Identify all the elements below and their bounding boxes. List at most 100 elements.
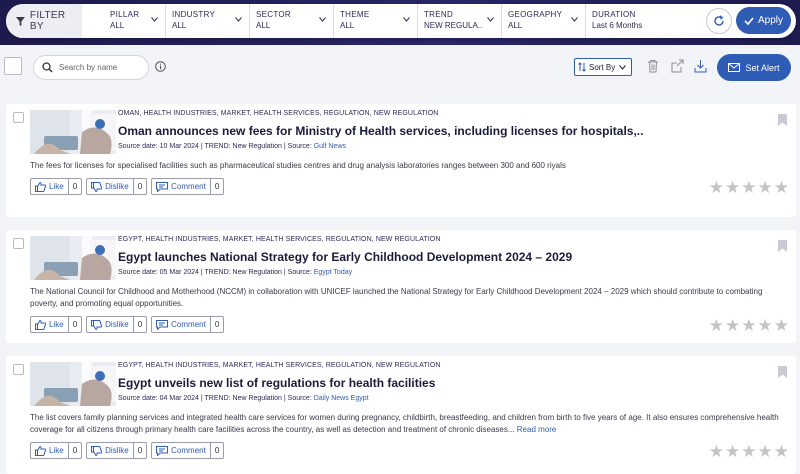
comment-button[interactable]: Comment 0 <box>151 442 225 459</box>
article-source-link[interactable]: Gulf News <box>314 143 346 150</box>
dislike-button[interactable]: Dislike 0 <box>86 316 148 333</box>
article-source-line: Source date: 10 Mar 2024 | TREND: New Re… <box>118 143 346 150</box>
like-count: 0 <box>67 179 81 194</box>
filter-value: NEW REGULA... <box>424 21 482 30</box>
article-card: OMAN, HEALTH INDUSTRIES, MARKET, HEALTH … <box>6 104 796 217</box>
star-icon[interactable]: ★ <box>758 317 773 334</box>
set-alert-label: Set Alert <box>745 62 780 73</box>
star-icon[interactable]: ★ <box>725 317 740 334</box>
chevron-down-icon <box>403 17 410 22</box>
star-icon[interactable]: ★ <box>741 443 756 460</box>
filter-value: Last 6 Months <box>592 21 643 30</box>
star-icon[interactable]: ★ <box>709 179 724 196</box>
comment-icon <box>156 319 169 330</box>
article-thumbnail[interactable] <box>30 236 116 280</box>
article-title[interactable]: Egypt launches National Strategy for Ear… <box>118 250 572 264</box>
trash-icon[interactable] <box>647 59 659 73</box>
article-checkbox[interactable] <box>13 112 24 123</box>
star-icon[interactable]: ★ <box>758 179 773 196</box>
check-icon <box>744 16 754 25</box>
star-icon[interactable]: ★ <box>725 443 740 460</box>
article-source-meta: Source date: 04 Mar 2024 | TREND: New Re… <box>118 395 314 402</box>
star-icon[interactable]: ★ <box>741 179 756 196</box>
dislike-count: 0 <box>132 179 146 194</box>
article-thumbnail[interactable] <box>30 110 116 154</box>
read-more-link[interactable]: Read more <box>517 425 557 434</box>
filter-pillar[interactable]: PILLAR ALL <box>82 4 166 38</box>
dislike-button[interactable]: Dislike 0 <box>86 442 148 459</box>
reset-filters-button[interactable] <box>706 8 732 34</box>
like-button[interactable]: Like 0 <box>30 316 83 333</box>
select-all-checkbox[interactable] <box>4 57 22 75</box>
dislike-count: 0 <box>132 317 146 332</box>
article-title[interactable]: Egypt unveils new list of regulations fo… <box>118 376 435 390</box>
search-box[interactable] <box>33 55 149 80</box>
chevron-down-icon <box>151 17 158 22</box>
download-icon[interactable] <box>694 59 707 73</box>
funnel-icon <box>16 16 25 26</box>
apply-label: Apply <box>757 15 783 26</box>
comment-label: Comment <box>171 446 206 455</box>
filter-sector[interactable]: SECTOR ALL <box>250 4 334 38</box>
bookmark-icon[interactable] <box>778 240 787 252</box>
article-checkbox[interactable] <box>13 238 24 249</box>
filter-theme[interactable]: THEME ALL <box>334 4 418 38</box>
star-icon[interactable]: ★ <box>774 317 789 334</box>
filter-trend[interactable]: TREND NEW REGULA... <box>418 4 502 38</box>
thumbs-up-icon <box>35 181 46 192</box>
article-summary-text: The fees for licenses for specialised fa… <box>30 161 566 170</box>
rating-stars[interactable]: ★ ★ ★ ★ ★ <box>708 317 789 334</box>
dislike-label: Dislike <box>105 446 129 455</box>
sort-by-dropdown[interactable]: Sort By <box>574 58 632 76</box>
rating-stars[interactable]: ★ ★ ★ ★ ★ <box>708 443 789 460</box>
star-icon[interactable]: ★ <box>709 317 724 334</box>
star-icon[interactable]: ★ <box>709 443 724 460</box>
search-input[interactable] <box>59 63 141 72</box>
article-title[interactable]: Oman announces new fees for Ministry of … <box>118 124 643 138</box>
bookmark-icon[interactable] <box>778 366 787 378</box>
info-icon[interactable] <box>155 61 166 72</box>
article-thumbnail[interactable] <box>30 362 116 406</box>
thumbs-down-icon <box>91 445 103 456</box>
star-icon[interactable]: ★ <box>741 317 756 334</box>
sort-by-label: Sort By <box>589 62 616 72</box>
filter-bar: FILTER BY PILLAR ALL INDUSTRY ALL SECTOR… <box>6 4 796 38</box>
comment-button[interactable]: Comment 0 <box>151 316 225 333</box>
apply-button[interactable]: Apply <box>736 7 791 34</box>
star-icon[interactable]: ★ <box>758 443 773 460</box>
article-source-meta: Source date: 05 Mar 2024 | TREND: New Re… <box>118 269 314 276</box>
chevron-down-icon <box>619 64 627 70</box>
filter-duration[interactable]: DURATION Last 6 Months <box>586 4 666 38</box>
like-count: 0 <box>67 317 81 332</box>
article-card: EGYPT, HEALTH INDUSTRIES, MARKET, HEALTH… <box>6 230 796 343</box>
thumbs-up-icon <box>35 319 46 330</box>
like-button[interactable]: Like 0 <box>30 178 83 195</box>
star-icon[interactable]: ★ <box>725 179 740 196</box>
like-button[interactable]: Like 0 <box>30 442 83 459</box>
star-icon[interactable]: ★ <box>774 179 789 196</box>
article-summary-text: The list covers family planning services… <box>30 413 779 434</box>
dislike-button[interactable]: Dislike 0 <box>86 178 148 195</box>
article-source-link[interactable]: Daily News Egypt <box>314 395 369 402</box>
article-summary: The fees for licenses for specialised fa… <box>30 160 786 172</box>
comment-label: Comment <box>171 182 206 191</box>
bookmark-icon[interactable] <box>778 114 787 126</box>
rating-stars[interactable]: ★ ★ ★ ★ ★ <box>708 179 789 196</box>
filter-geography[interactable]: GEOGRAPHY ALL <box>502 4 586 38</box>
star-icon[interactable]: ★ <box>774 443 789 460</box>
article-checkbox[interactable] <box>13 364 24 375</box>
filter-industry[interactable]: INDUSTRY ALL <box>166 4 250 38</box>
article-source-link[interactable]: Egypt Today <box>314 269 352 276</box>
filter-by-label: FILTER BY <box>6 4 82 38</box>
article-source-meta: Source date: 10 Mar 2024 | TREND: New Re… <box>118 143 314 150</box>
set-alert-button[interactable]: Set Alert <box>717 54 791 81</box>
comment-icon <box>156 181 169 192</box>
like-count: 0 <box>67 443 81 458</box>
dislike-count: 0 <box>132 443 146 458</box>
search-icon <box>42 62 53 73</box>
article-summary-text: The National Council for Childhood and M… <box>30 287 763 308</box>
share-icon[interactable] <box>671 59 684 73</box>
article-summary: The list covers family planning services… <box>30 412 786 436</box>
article-summary: The National Council for Childhood and M… <box>30 286 786 310</box>
comment-button[interactable]: Comment 0 <box>151 178 225 195</box>
